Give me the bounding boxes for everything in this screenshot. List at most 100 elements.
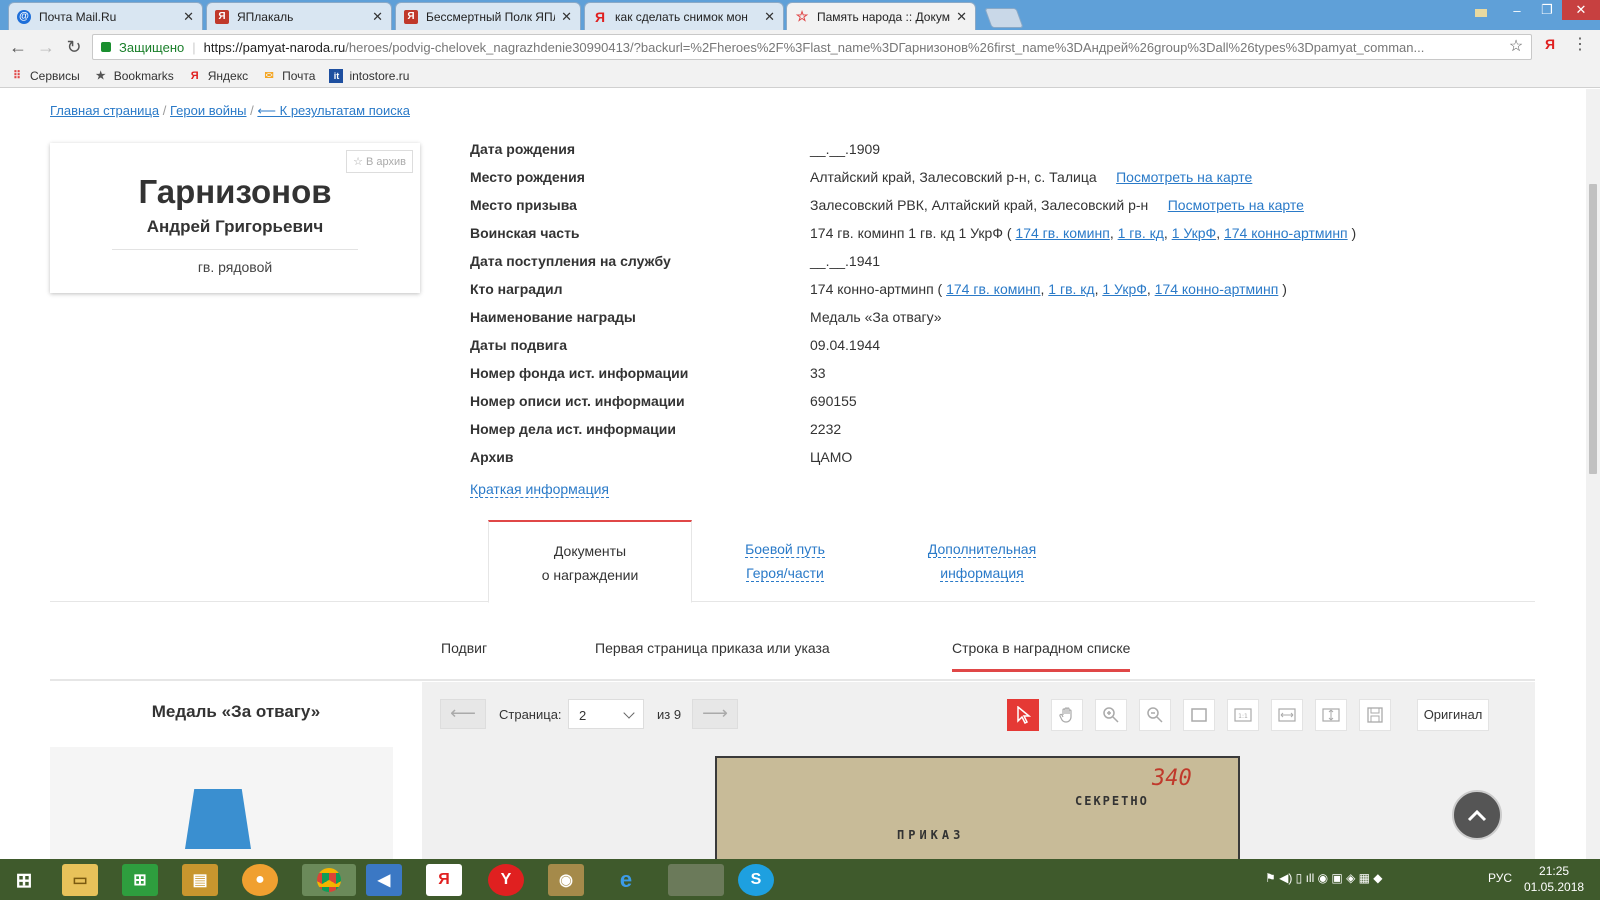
- unit-link[interactable]: 174 конно-артминп: [1224, 225, 1348, 241]
- zoom-in-icon[interactable]: [1095, 699, 1127, 731]
- subtab-award-list-line[interactable]: Строка в наградном списке: [952, 640, 1131, 672]
- language-indicator[interactable]: РУС: [1488, 871, 1512, 885]
- zoom-out-icon[interactable]: [1139, 699, 1171, 731]
- bookmark-label: Яндекс: [207, 68, 249, 83]
- intostore-icon: it: [329, 68, 344, 83]
- document-scan-image[interactable]: СЕКРЕТНО ПРИКАЗ 340: [715, 756, 1240, 859]
- breadcrumb-home-link[interactable]: Главная страница: [50, 103, 159, 118]
- info-value-text: 174 конно-артминп (: [810, 281, 943, 297]
- browser-tab-yandex[interactable]: Я как сделать снимок мон ✕: [584, 2, 784, 30]
- scrollbar-thumb[interactable]: [1589, 184, 1597, 474]
- breadcrumb-separator: /: [250, 103, 254, 118]
- breadcrumb: Главная страница / Герои войны / ⟵ К рез…: [50, 103, 410, 119]
- fit-width-icon[interactable]: [1271, 699, 1303, 731]
- breadcrumb-heroes-link[interactable]: Герои войны: [170, 103, 247, 118]
- bookmark-bookmarks[interactable]: ★ Bookmarks: [94, 69, 174, 83]
- tab-award-documents[interactable]: Документы о награждении: [488, 520, 692, 603]
- add-to-archive-button[interactable]: ☆ В архив: [346, 150, 413, 173]
- close-icon[interactable]: ✕: [561, 9, 572, 25]
- url-host: https://pamyat-naroda.ru: [203, 39, 346, 55]
- tray-icons[interactable]: ⚑ ◀) ▯ ıll ◉ ▣ ◈ ▦ ◆: [1265, 871, 1383, 885]
- prev-page-button[interactable]: ⟵: [440, 699, 486, 729]
- unit-link[interactable]: 1 УкрФ: [1172, 225, 1217, 241]
- bookmarks-bar: ⠿ Сервисы ★ Bookmarks Я Яндекс ✉ Почта it int…: [0, 64, 1600, 88]
- unit-link[interactable]: 174 конно-артминп: [1155, 281, 1279, 297]
- store-icon[interactable]: ⊞: [122, 864, 158, 896]
- speaker-app-icon[interactable]: ◀: [366, 864, 402, 896]
- unit-link[interactable]: 174 гв. коминп: [946, 281, 1040, 297]
- bookmark-star-icon[interactable]: ☆: [1506, 36, 1526, 56]
- medal-title: Медаль «За отвагу»: [151, 702, 321, 721]
- close-icon[interactable]: ✕: [956, 9, 967, 25]
- original-button[interactable]: Оригинал: [1417, 699, 1489, 731]
- file-explorer-icon[interactable]: ▭: [62, 864, 98, 896]
- windows-start-icon[interactable]: ⊞: [6, 864, 42, 896]
- fit-height-icon[interactable]: [1315, 699, 1347, 731]
- show-on-map-link[interactable]: Посмотреть на карте: [1116, 169, 1252, 185]
- address-bar[interactable]: Защищено | https://pamyat-naroda.ru /her…: [92, 34, 1532, 60]
- subtab-feat[interactable]: Подвиг: [441, 640, 487, 656]
- user-icon[interactable]: [1466, 0, 1496, 20]
- info-label: Номер дела ист. информации: [470, 421, 676, 437]
- bookmark-services[interactable]: ⠿ Сервисы: [10, 69, 80, 83]
- browser-tab-polk[interactable]: Я Бессмертный Полк ЯПл ✕: [395, 2, 581, 30]
- forward-icon[interactable]: →: [36, 37, 56, 58]
- fit-page-icon[interactable]: [1183, 699, 1215, 731]
- url-path: /heroes/podvig-chelovek_nagrazhdenie3099…: [345, 39, 1425, 55]
- maximize-icon[interactable]: ❐: [1532, 0, 1562, 20]
- minimize-icon[interactable]: –: [1502, 0, 1532, 20]
- browser-tab-mail[interactable]: @ Почта Mail.Ru ✕: [8, 2, 203, 30]
- address-separator: |: [192, 39, 196, 55]
- unit-link[interactable]: 1 гв. кд: [1118, 225, 1164, 241]
- new-tab-button[interactable]: [984, 8, 1024, 28]
- bookmark-intostore[interactable]: it intostore.ru: [329, 68, 409, 83]
- info-value: 174 гв. коминп 1 гв. кд 1 УкрФ ( 174 гв.…: [810, 225, 1357, 241]
- close-icon[interactable]: ✕: [183, 9, 194, 25]
- archive-app-icon[interactable]: ▤: [182, 864, 218, 896]
- back-to-results-link[interactable]: ⟵ К результатам поиска: [257, 103, 410, 118]
- chrome-icon[interactable]: [302, 864, 356, 896]
- page-select-value: 2: [579, 708, 587, 723]
- yaplakal-icon: Я: [404, 9, 418, 24]
- short-info-link[interactable]: Краткая информация: [470, 481, 609, 498]
- scroll-to-top-button[interactable]: [1452, 790, 1502, 840]
- medal-panel: Медаль «За отвагу»: [50, 682, 422, 859]
- skype-icon[interactable]: S: [738, 864, 774, 896]
- back-icon[interactable]: ←: [8, 37, 28, 58]
- browser-tab-yaplakal[interactable]: Я ЯПлакаль ✕: [206, 2, 392, 30]
- app-icon[interactable]: ◉: [548, 864, 584, 896]
- browser-tab-pamyat[interactable]: ☆ Память народа :: Докум ✕: [786, 2, 976, 30]
- window-close-icon[interactable]: ✕: [1562, 0, 1600, 20]
- info-value-tail: ): [1351, 225, 1357, 241]
- unit-link[interactable]: 1 гв. кд: [1048, 281, 1094, 297]
- actual-size-icon[interactable]: 1:1: [1227, 699, 1259, 731]
- unit-link[interactable]: 174 гв. коминп: [1015, 225, 1109, 241]
- reload-icon[interactable]: ↻: [64, 37, 84, 58]
- pointer-tool-icon[interactable]: [1007, 699, 1039, 731]
- yandex-extension-icon[interactable]: Я: [1540, 36, 1560, 52]
- page-content: Главная страница / Герои войны / ⟵ К рез…: [0, 89, 1586, 859]
- tab-combat-path[interactable]: Боевой путь Героя/части: [720, 520, 850, 602]
- save-icon[interactable]: [1359, 699, 1391, 731]
- media-icon[interactable]: ●: [242, 864, 278, 896]
- internet-explorer-icon[interactable]: e: [608, 864, 644, 896]
- medal-image: [50, 747, 393, 859]
- menu-icon[interactable]: ⋮: [1570, 34, 1590, 54]
- bookmark-mail[interactable]: ✉ Почта: [262, 69, 316, 83]
- window-thumbnail-icon[interactable]: [668, 864, 724, 896]
- unit-link[interactable]: 1 УкрФ: [1102, 281, 1147, 297]
- yandex-app-icon[interactable]: Я: [426, 864, 462, 896]
- bookmark-yandex[interactable]: Я Яндекс: [188, 69, 248, 83]
- page-scrollbar[interactable]: [1586, 89, 1600, 859]
- next-page-button[interactable]: ⟶: [692, 699, 738, 729]
- yandex-browser-icon[interactable]: Y: [488, 864, 524, 896]
- page-select[interactable]: 2: [568, 699, 644, 729]
- subtab-order-first-page[interactable]: Первая страница приказа или указа: [595, 640, 830, 656]
- hand-tool-icon[interactable]: [1051, 699, 1083, 731]
- tab-additional-info[interactable]: Дополнительная информация: [912, 520, 1052, 602]
- system-clock[interactable]: 21:25 01.05.2018: [1524, 863, 1584, 895]
- close-icon[interactable]: ✕: [764, 9, 775, 25]
- show-on-map-link[interactable]: Посмотреть на карте: [1168, 197, 1304, 213]
- close-icon[interactable]: ✕: [372, 9, 383, 25]
- info-value: Медаль «За отвагу»: [810, 309, 942, 325]
